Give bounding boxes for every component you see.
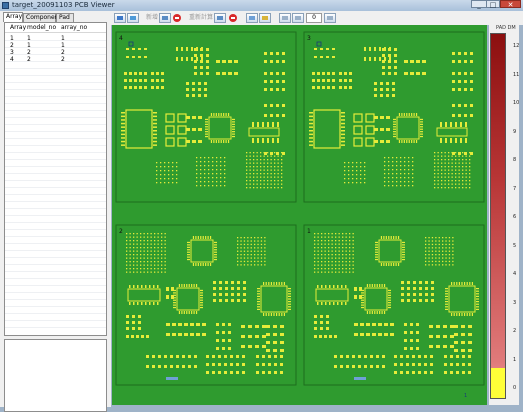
svg-text:1: 1 — [307, 228, 311, 235]
open-file-button[interactable] — [114, 13, 126, 23]
pcb-array[interactable]: 3 — [303, 31, 485, 203]
pcb-canvas[interactable]: 4 3 2 1 1 — [112, 25, 487, 405]
calculate-button[interactable] — [214, 13, 226, 23]
scale-bar — [490, 33, 506, 399]
fiducial-label: 1 — [464, 393, 467, 399]
view-button[interactable] — [246, 13, 258, 23]
array-table[interactable]: Array model_no array_no 1 1 1 2 1 1 3 2 … — [4, 22, 107, 336]
stop-calc-icon[interactable] — [228, 13, 238, 23]
title-bar: target_20091103 PCB Viewer _ □ ✕ — [0, 0, 523, 11]
pcb-drawing: 4 3 2 1 1 — [115, 31, 485, 399]
scale-tick: 7 — [513, 185, 517, 192]
left-panel: Array Component Pad Array model_no array… — [0, 11, 111, 412]
toolbar-label-1: 新增 — [146, 14, 159, 21]
scale-tick: 6 — [513, 214, 517, 220]
scale-tick: 11 — [513, 71, 520, 78]
pcb-array[interactable]: 4 — [115, 31, 297, 203]
scale-tick: 5 — [513, 242, 517, 249]
scale-tick: 3 — [513, 299, 517, 306]
window-title: target_20091103 PCB Viewer — [12, 1, 115, 9]
zoom-field[interactable]: 0 — [306, 13, 322, 23]
app-icon — [2, 2, 9, 9]
minimize-button[interactable]: _ — [471, 0, 487, 9]
detail-panel — [4, 339, 107, 412]
color-scale: PAD DM 12 11 10 9 8 7 6 5 4 3 2 1 0 — [489, 25, 519, 405]
scale-tick: 2 — [513, 328, 517, 334]
reset-zoom-button[interactable] — [324, 13, 336, 23]
table-header: Array model_no array_no — [5, 23, 106, 33]
scale-tick: 8 — [513, 157, 517, 163]
select-button[interactable] — [159, 13, 171, 23]
maximize-button[interactable]: □ — [486, 0, 500, 9]
settings-button[interactable] — [259, 13, 271, 23]
pcb-array[interactable]: 2 — [115, 224, 297, 386]
column-header-model-no[interactable]: model_no — [27, 24, 56, 31]
column-header-array[interactable]: Array — [10, 24, 26, 31]
scale-tick: 12 — [513, 43, 520, 49]
scale-tick: 0 — [513, 385, 517, 391]
column-header-array-no[interactable]: array_no — [61, 24, 87, 31]
scale-tick: 1 — [513, 356, 517, 363]
refresh-button[interactable] — [127, 13, 139, 23]
toolbar-label-2: 重新計算 — [189, 14, 214, 21]
zoom-in-button[interactable] — [279, 13, 291, 23]
pcb-array[interactable]: 1 — [303, 224, 485, 386]
svg-text:2: 2 — [119, 228, 123, 235]
tab-pad[interactable]: Pad — [56, 13, 74, 22]
scale-tick: 10 — [513, 100, 520, 106]
zoom-out-button[interactable] — [292, 13, 304, 23]
scale-title: PAD DM — [496, 25, 516, 31]
toolbar: 新增 重新計算 0 — [111, 11, 523, 25]
scale-tick: 4 — [513, 271, 517, 277]
svg-text:4: 4 — [119, 35, 123, 42]
svg-text:3: 3 — [307, 35, 311, 42]
scale-tick: 9 — [513, 128, 517, 135]
stop-icon[interactable] — [172, 13, 182, 23]
close-button[interactable]: ✕ — [500, 0, 521, 9]
tab-component[interactable]: Component — [23, 13, 61, 22]
tab-array[interactable]: Array — [3, 12, 23, 22]
